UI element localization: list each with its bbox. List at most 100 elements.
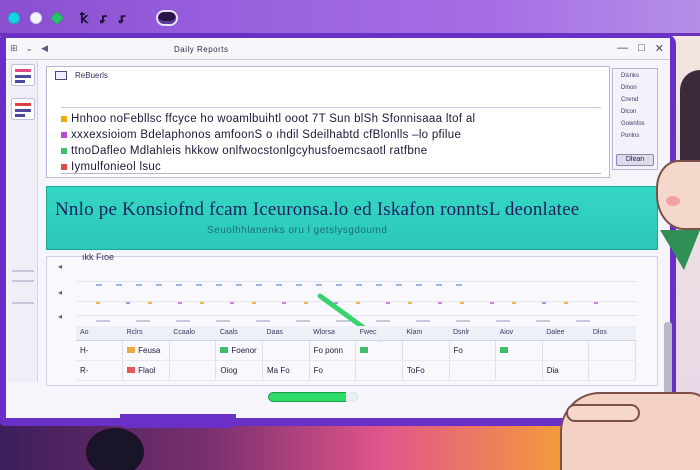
window-title: Daily Reports xyxy=(174,45,229,54)
progress-pill-cap xyxy=(346,392,358,402)
document-line[interactable]: ttnoDafleo Mdlahleis hkkow onlfwocstonlg… xyxy=(61,145,427,157)
table-header[interactable]: Dsnlr xyxy=(449,326,496,341)
window-controls: — □ ✕ xyxy=(617,42,664,55)
table-header[interactable]: Daas xyxy=(262,326,310,341)
top-glyph-row: ꝁ ꭉ ꭉ xyxy=(80,11,126,25)
thumb-bar xyxy=(15,80,25,83)
table-cell: Foenor xyxy=(215,340,263,361)
cell-marker-icon xyxy=(127,347,136,354)
monitor-stand xyxy=(120,414,236,428)
sidebar-divider xyxy=(12,302,34,304)
table-cell xyxy=(169,340,217,361)
cyan-dot-icon[interactable] xyxy=(8,12,20,24)
data-table: Ao Rclrs Ccaalo Caals Daas Wlorsa Fwec K… xyxy=(76,326,636,384)
properties-apply-button[interactable]: Dlɐan xyxy=(616,154,654,166)
thumb-bar xyxy=(15,109,31,112)
chevron-down-icon[interactable]: ⌄ xyxy=(26,43,34,54)
progress-pill[interactable] xyxy=(268,392,358,402)
close-button[interactable]: ✕ xyxy=(655,42,664,55)
table-cell xyxy=(169,360,217,381)
thumb-bar xyxy=(15,75,31,78)
table-header[interactable]: Dalee xyxy=(542,326,589,341)
table-cell xyxy=(355,340,403,361)
announcement-banner: Nnlo pe Konsiofnd fcam Iceuronsa.lo ed I… xyxy=(46,186,658,250)
table-row[interactable]: R- Flaol Oiog Ma Fo Fo ToFo Dia xyxy=(76,360,636,381)
table-cell xyxy=(449,360,497,381)
white-dot-icon[interactable] xyxy=(30,12,42,24)
banner-subtitle: Seuolhhlanenks oru l getslysgdoumd xyxy=(207,225,388,236)
table-header[interactable]: Wlorsa xyxy=(309,326,356,341)
bullet-icon xyxy=(61,164,67,170)
minimize-button[interactable]: — xyxy=(617,42,628,55)
table-row[interactable]: H- Feusa Foenor Fo ponn Fo xyxy=(76,340,636,361)
menu-icon[interactable] xyxy=(156,10,178,26)
table-cell xyxy=(402,340,450,361)
panel-title: ıkk Fıoe xyxy=(82,252,115,262)
table-cell: Fo xyxy=(449,340,497,361)
table-header[interactable]: Dlos xyxy=(588,326,636,341)
sidebar-divider xyxy=(12,280,34,282)
document-line[interactable]: Hnhoo noFebllsc ffcyce ho woamlbuihtl oo… xyxy=(61,113,475,125)
property-item[interactable]: Ponlns xyxy=(621,133,639,139)
table-cell: Oiog xyxy=(215,360,263,381)
table-header[interactable]: Rclrs xyxy=(122,326,170,341)
table-cell: ToFo xyxy=(402,360,450,381)
property-item[interactable]: Gownfos xyxy=(621,121,645,127)
property-item[interactable]: Disnks xyxy=(621,73,639,79)
document-header-label: ReBuerls xyxy=(75,71,108,80)
maximize-button[interactable]: □ xyxy=(638,42,645,55)
page-thumbnail-2[interactable] xyxy=(11,98,35,120)
sort-icon[interactable]: ◂ xyxy=(58,262,62,271)
grid-icon[interactable]: ⊞ xyxy=(10,43,18,54)
window-titlebar: ⊞ ⌄ ◀ Daily Reports — □ ✕ xyxy=(6,38,670,60)
table-cell: Flaol xyxy=(122,360,170,381)
table-cell xyxy=(588,360,636,381)
sort-icon[interactable]: ◂ xyxy=(58,312,62,321)
panel-gridline xyxy=(77,315,637,316)
table-header[interactable]: Klam xyxy=(402,326,449,341)
bullet-icon xyxy=(61,132,67,138)
document-rule xyxy=(61,173,601,174)
panel-gridline xyxy=(77,281,637,282)
status-dot-row xyxy=(96,302,616,304)
document-editor[interactable]: ReBuerls Hnhoo noFebllsc ffcyce ho woaml… xyxy=(46,66,610,178)
page-thumbnail-1[interactable] xyxy=(11,64,35,86)
cell-marker-icon xyxy=(220,347,229,354)
scrollbar[interactable] xyxy=(664,322,672,402)
document-line[interactable]: Iymulfonieol lsuc xyxy=(61,161,161,173)
property-item[interactable]: Dlnon xyxy=(621,85,637,91)
banner-title: Nnlo pe Konsiofnd fcam Iceuronsa.lo ed I… xyxy=(55,199,580,220)
table-header[interactable]: Ccaalo xyxy=(169,326,216,341)
table-header[interactable]: Ao xyxy=(76,326,123,341)
person-cheek-illustration xyxy=(666,196,680,206)
table-cell: Feusa xyxy=(122,340,170,361)
table-header[interactable]: Fwec xyxy=(355,326,403,341)
table-header[interactable]: Caals xyxy=(215,326,263,341)
property-item[interactable]: Cnvnd xyxy=(621,97,638,103)
cell-marker-icon xyxy=(127,367,136,374)
sidebar-divider xyxy=(12,270,34,272)
table-cell: Fo ponn xyxy=(309,340,357,361)
top-glyph-2[interactable]: ꭉ xyxy=(100,11,107,25)
property-item[interactable]: Dlcon xyxy=(621,109,636,115)
table-header[interactable]: Aiov xyxy=(495,326,543,341)
green-diamond-icon[interactable] xyxy=(49,10,65,26)
table-cell xyxy=(495,340,543,361)
bullet-icon xyxy=(61,148,67,154)
top-glyph-1[interactable]: ꝁ xyxy=(80,11,88,25)
table-cell: Dia xyxy=(542,360,590,381)
table-cell xyxy=(355,360,403,381)
top-glyph-3[interactable]: ꭉ xyxy=(119,11,126,25)
table-cell: Ma Fo xyxy=(262,360,310,381)
document-line[interactable]: xxxexsioiom Bdelaphonos amfoonS o ıhdil … xyxy=(61,129,461,141)
tag-icon[interactable]: ◀ xyxy=(41,43,48,54)
bullet-icon xyxy=(61,116,67,122)
table-cell: H- xyxy=(76,340,124,361)
table-cell: Fo xyxy=(309,360,357,381)
status-dot-row xyxy=(96,284,466,286)
thumb-bar xyxy=(15,114,25,117)
page-thumbnail-sidebar xyxy=(8,60,38,382)
top-app-bar: ꝁ ꭉ ꭉ xyxy=(0,0,700,36)
sort-icon[interactable]: ◂ xyxy=(58,288,62,297)
speaker-decoration xyxy=(86,428,144,470)
